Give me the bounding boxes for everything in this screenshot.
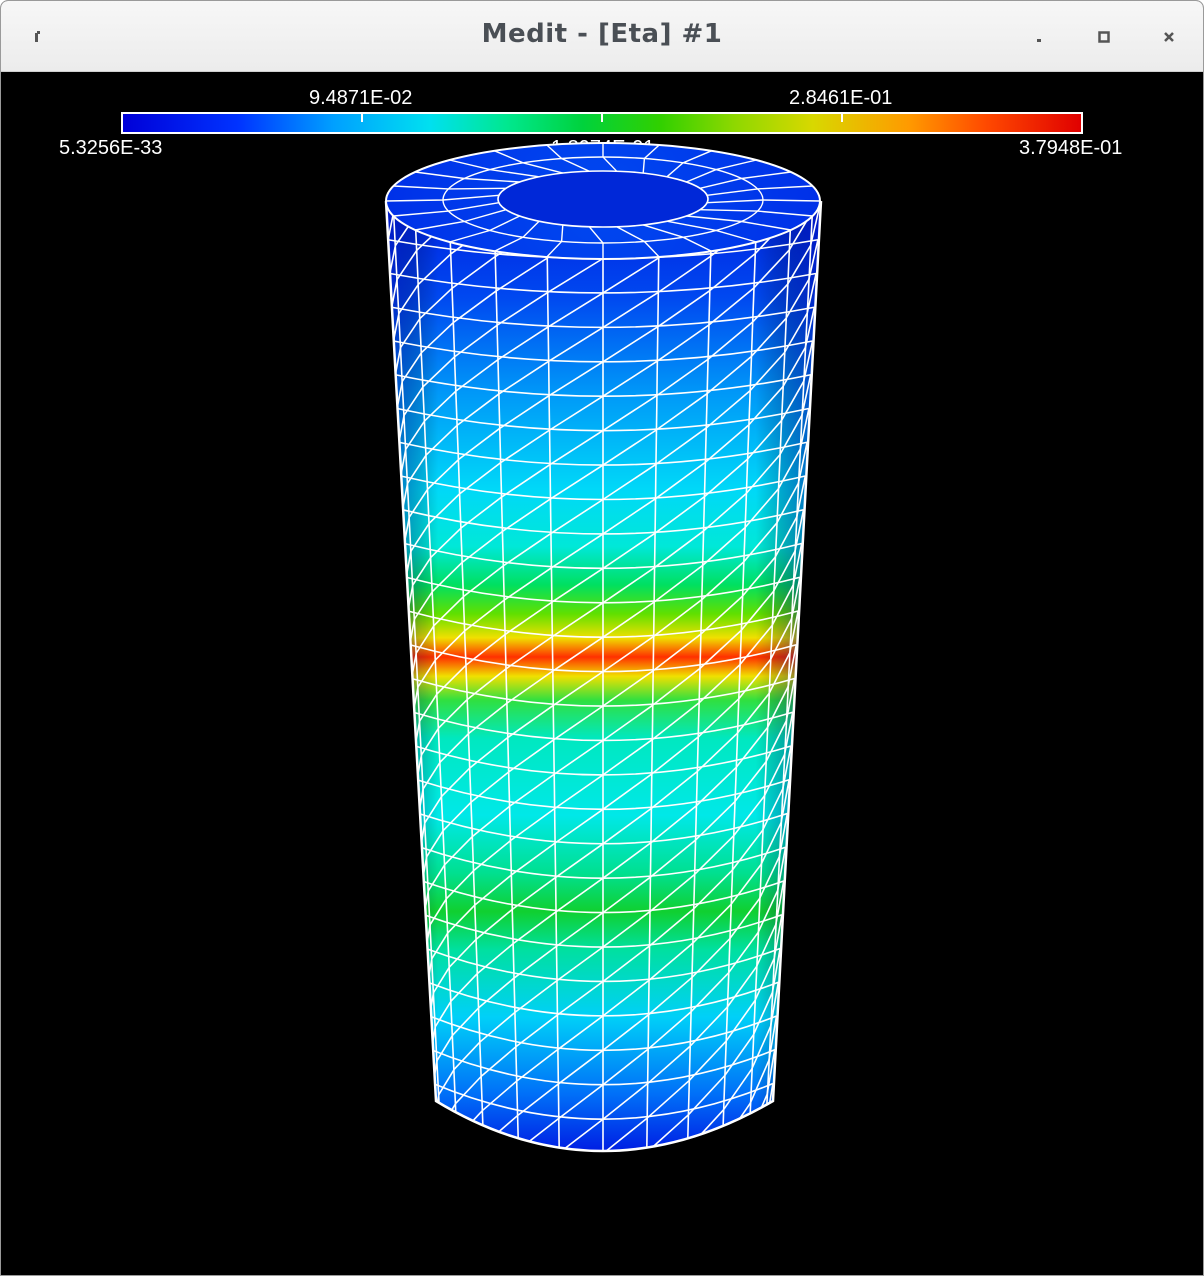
mesh-diagonal <box>435 1128 442 1151</box>
mesh-diagonal <box>719 1136 750 1151</box>
cylinder-mesh <box>384 142 823 1188</box>
mesh-diagonal <box>560 1154 603 1187</box>
mesh-diagonal <box>458 1143 485 1151</box>
mesh-diagonal <box>603 1153 647 1188</box>
mesh-diagonal <box>645 1148 688 1151</box>
mesh-diagonal <box>746 1127 767 1151</box>
medit-window: Medit - [Eta] #1 9.4871E-02 2.8461E-01 5… <box>0 0 1204 1276</box>
mesh-diagonal <box>520 1153 560 1184</box>
mesh-diagonal <box>484 1148 520 1151</box>
mesh-diagonal <box>441 1136 459 1151</box>
mesh-diagonal <box>685 1143 723 1151</box>
mesh-ring <box>436 1150 770 1151</box>
mesh-diagonal <box>762 1117 772 1151</box>
